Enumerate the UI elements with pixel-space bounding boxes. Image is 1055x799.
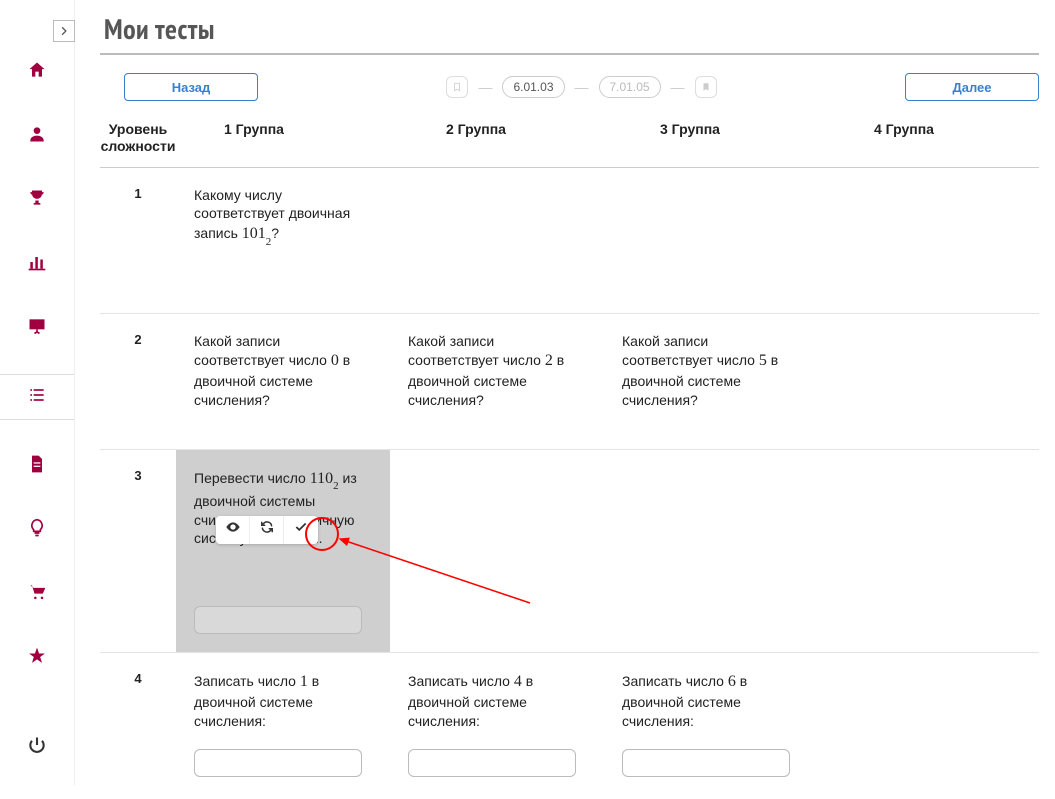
bookmark-next-icon[interactable] [695,76,717,98]
title-divider [100,53,1039,55]
trophy-icon [27,188,47,213]
star-icon [27,646,47,671]
toolbar-mid: — 6.01.03 — 7.01.05 — [258,76,905,98]
table-row: 4 Записать число 1 в двоичной системе сч… [100,653,1039,799]
table-row: 3 Перевести число 1102 из двоичной систе… [100,450,1039,654]
card-refresh-button[interactable] [250,516,284,544]
toolbar: Назад — 6.01.03 — 7.01.05 — Далее [100,73,1039,101]
sidebar-item-stats[interactable] [0,246,74,282]
check-icon [294,520,308,539]
row-level: 3 [100,468,176,653]
cell-r4-g1[interactable]: Записать число 1 в двоичной системе счис… [176,671,390,799]
col-g2-header: 2 Группа [390,121,604,155]
back-button[interactable]: Назад [124,73,258,101]
col-g3-header: 3 Группа [604,121,818,155]
refresh-icon [260,520,274,539]
sidebar-item-cart[interactable] [0,576,74,612]
sidebar-item-star[interactable] [0,640,74,676]
sidebar-item-board[interactable] [0,310,74,346]
row-level: 4 [100,671,176,799]
sidebar-item-list[interactable] [0,374,74,420]
sidebar-item-bulb[interactable] [0,512,74,548]
eye-icon [225,519,241,540]
answer-input[interactable] [622,749,790,777]
forward-button[interactable]: Далее [905,73,1039,101]
code-next-pill[interactable]: 7.01.05 [599,76,661,98]
cell-r2-g2[interactable]: Какой записи соответствует число 2 в дво… [390,332,604,449]
sidebar-item-doc[interactable] [0,448,74,484]
power-icon [27,735,47,760]
cell-r4-g3[interactable]: Записать число 6 в двоичной системе счис… [604,671,818,799]
answer-input[interactable] [194,606,362,634]
cell-r1-g1[interactable]: Какому числу соответствует двоичная запи… [176,186,390,313]
sidebar-item-home[interactable] [0,54,74,90]
col-level-header: Уровень сложности [100,121,176,155]
answer-input[interactable] [194,749,362,777]
card-toolbar [216,516,318,544]
home-icon [27,60,47,85]
row-level: 1 [100,186,176,313]
presentation-icon [27,316,47,341]
sidebar-item-power[interactable] [0,729,74,765]
lightbulb-icon [27,518,47,543]
bookmark-prev-icon[interactable] [446,76,468,98]
answer-input[interactable] [408,749,576,777]
cell-r4-g2[interactable]: Записать число 4 в двоичной системе счис… [390,671,604,799]
table-header: Уровень сложности 1 Группа 2 Группа 3 Гр… [100,111,1039,168]
list-icon [27,385,47,410]
main-content: Мои тесты Назад — 6.01.03 — 7.01.05 — Да… [100,10,1039,799]
row-level: 2 [100,332,176,449]
table-row: 1 Какому числу соответствует двоичная за… [100,168,1039,314]
card-confirm-button[interactable] [284,516,318,544]
table-row: 2 Какой записи соответствует число 0 в д… [100,314,1039,450]
page-title: Мои тесты [104,10,1039,47]
sidebar-item-user[interactable] [0,118,74,154]
cell-r2-g3[interactable]: Какой записи соответствует число 5 в дво… [604,332,818,449]
card-view-button[interactable] [216,516,250,544]
col-g4-header: 4 Группа [818,121,1032,155]
code-current-pill[interactable]: 6.01.03 [502,76,564,98]
document-icon [27,454,47,479]
sidebar-item-trophy[interactable] [0,182,74,218]
sidebar-toggle[interactable] [53,20,75,42]
sidebar-items [0,54,74,676]
sidebar [0,0,75,785]
col-g1-header: 1 Группа [176,121,390,155]
cell-r3-g1-active[interactable]: Перевести число 1102 из двоичной системы… [176,450,390,653]
cell-r2-g1[interactable]: Какой записи соответствует число 0 в дво… [176,332,390,449]
user-icon [27,124,47,149]
cart-icon [27,582,47,607]
chevron-right-icon [59,24,69,39]
bar-chart-icon [27,252,47,277]
